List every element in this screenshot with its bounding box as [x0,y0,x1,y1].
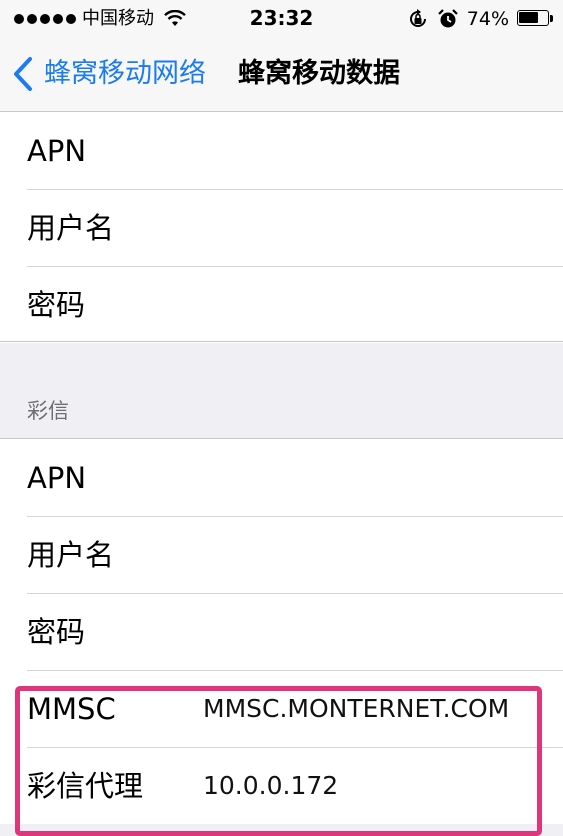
group-separator [0,341,563,342]
mms-section-header: 彩信 [27,399,69,423]
status-bar: 中国移动 23:32 74% [0,0,563,38]
back-button[interactable]: 蜂窝移动网络 [12,54,206,94]
mmsc-label: MMSC [27,691,116,726]
mms-password-row[interactable]: 密码 [0,593,563,670]
page-title: 蜂窝移动数据 [238,58,400,89]
mms-apn-label: APN [27,460,87,495]
mms-proxy-value: 10.0.0.172 [203,770,339,800]
mms-username-row[interactable]: 用户名 [0,516,563,593]
password-row[interactable]: 密码 [0,266,563,343]
status-right: 74% [407,6,553,32]
mms-apn-row[interactable]: APN [0,439,563,516]
mmsc-value: MMSC.MONTERNET.COM [203,693,510,723]
apn-label: APN [27,133,87,168]
mmsc-row[interactable]: MMSC MMSC.MONTERNET.COM [0,670,563,747]
username-label: 用户名 [27,210,115,245]
mms-group: APN 用户名 密码 MMSC MMSC.MONTERNET.COM 彩信代理 … [0,439,563,824]
chevron-left-icon [14,57,32,91]
username-row[interactable]: 用户名 [0,189,563,266]
apn-row[interactable]: APN [0,112,563,189]
mms-password-label: 密码 [27,614,86,649]
battery-icon [517,10,553,28]
mms-proxy-row[interactable]: 彩信代理 10.0.0.172 [0,747,563,824]
rotation-lock-icon [409,9,426,27]
alarm-icon [437,9,458,28]
navigation-bar: 蜂窝移动网络 蜂窝移动数据 [0,38,563,112]
mms-username-label: 用户名 [27,537,115,572]
cellular-data-group: APN 用户名 密码 [0,112,563,343]
battery-percent: 74% [466,8,509,30]
mms-proxy-label: 彩信代理 [27,768,144,803]
back-button-label: 蜂窝移动网络 [44,58,206,89]
password-label: 密码 [27,287,86,322]
